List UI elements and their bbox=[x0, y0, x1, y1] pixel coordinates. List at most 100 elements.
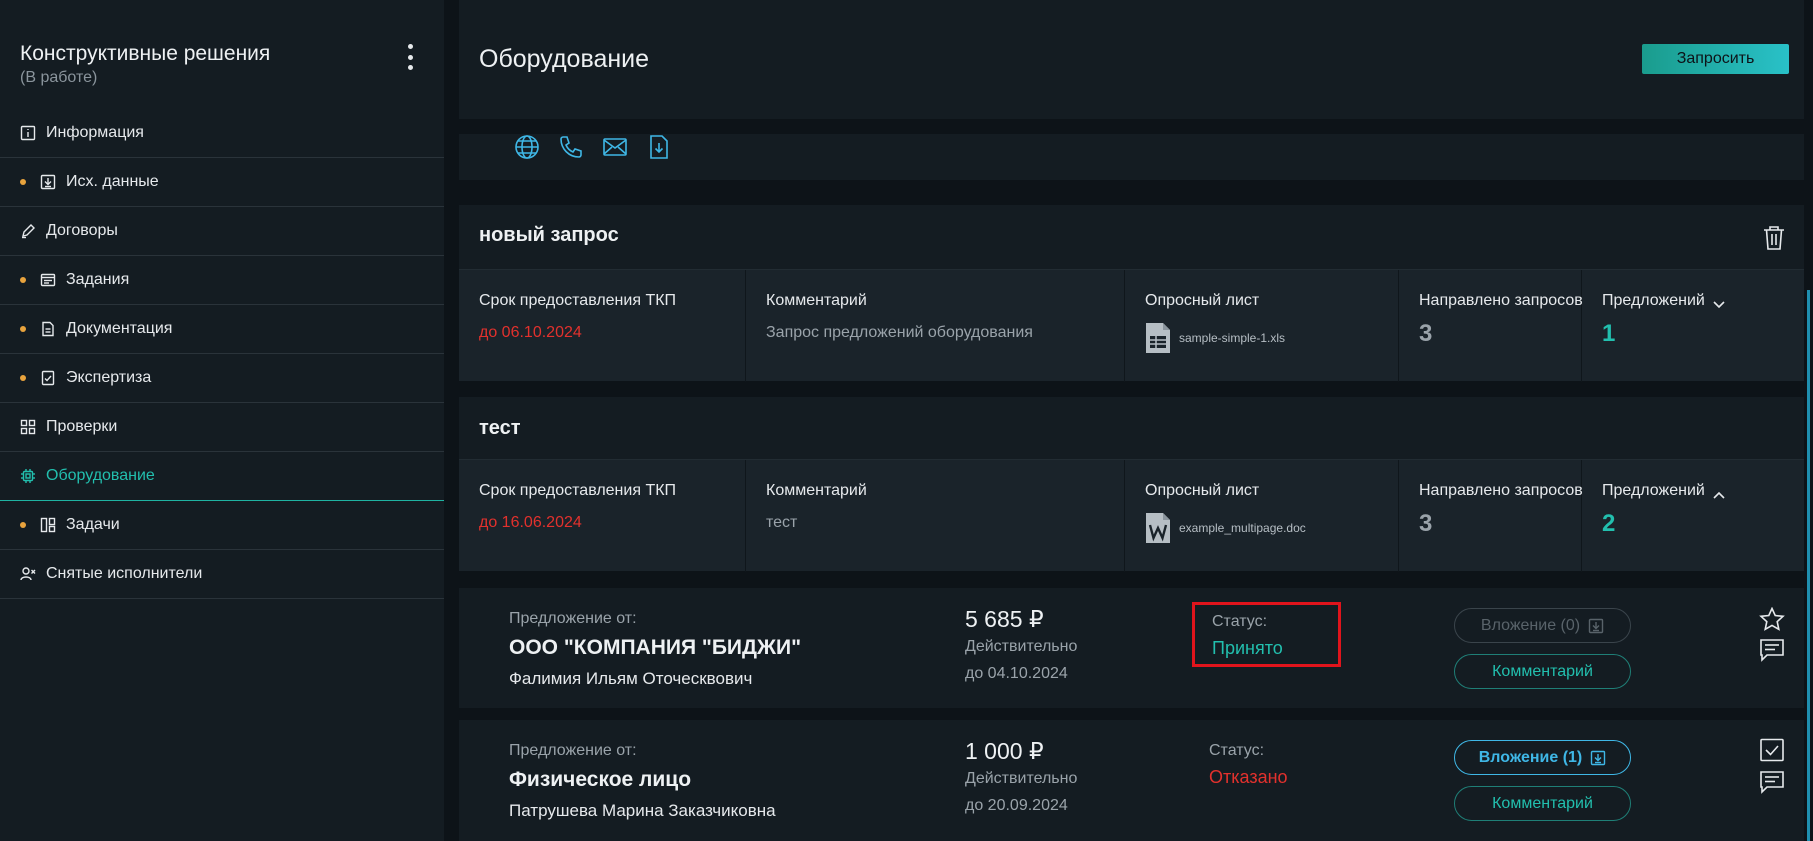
questionnaire-column: Опросный лист sample-simple-1.xls bbox=[1125, 270, 1399, 382]
sidebar-item-info[interactable]: Информация bbox=[0, 109, 444, 158]
status-dot bbox=[20, 277, 26, 283]
chat-icon[interactable] bbox=[1759, 638, 1785, 662]
attachment-button[interactable]: Вложение (0) bbox=[1454, 608, 1631, 643]
offers-toggle[interactable]: Предложений bbox=[1602, 292, 1725, 310]
attachment-button[interactable]: Вложение (1) bbox=[1454, 740, 1631, 775]
project-status: (В работе) bbox=[20, 69, 98, 86]
sent-column: Направлено запросов 3 bbox=[1399, 460, 1583, 572]
offer-valid-label: Действительно bbox=[965, 638, 1078, 655]
offer-card: Предложение от: Физическое лицо Патрушев… bbox=[459, 720, 1804, 841]
questionnaire-file-link[interactable]: sample-simple-1.xls bbox=[1145, 322, 1285, 354]
star-icon[interactable] bbox=[1759, 606, 1785, 631]
sidebar-item-label: Задания bbox=[66, 271, 130, 288]
status-label: Статус: bbox=[1209, 742, 1265, 759]
sidebar-item-expertise[interactable]: Экспертиза bbox=[0, 354, 444, 403]
status-badge: Принято bbox=[1212, 638, 1283, 658]
sidebar-item-source-data[interactable]: Исх. данные bbox=[0, 158, 444, 207]
download-box-icon bbox=[1590, 750, 1606, 766]
offer-card: Предложение от: ООО "КОМПАНИЯ "БИДЖИ" Фа… bbox=[459, 588, 1804, 708]
attachment-label: Вложение (0) bbox=[1480, 616, 1581, 634]
comment-button[interactable]: Комментарий bbox=[1454, 654, 1631, 689]
comment-value: тест bbox=[766, 514, 798, 531]
deadline-column: Срок предоставления ТКП до 16.06.2024 bbox=[459, 460, 746, 572]
mail-icon[interactable] bbox=[602, 134, 628, 160]
questionnaire-label: Опросный лист bbox=[1145, 482, 1260, 499]
request-card: новый запрос Срок предоставления ТКП до … bbox=[459, 205, 1804, 382]
sent-count: 3 bbox=[1419, 320, 1433, 347]
chevron-down-icon bbox=[1713, 296, 1725, 308]
sidebar-item-label: Оборудование bbox=[46, 467, 155, 484]
sidebar-item-label: Договоры bbox=[46, 222, 118, 239]
scrollbar[interactable] bbox=[1807, 290, 1810, 841]
sidebar-item-label: Снятые исполнители bbox=[46, 565, 203, 582]
status-dot bbox=[20, 326, 26, 332]
chevron-up-icon bbox=[1713, 486, 1725, 499]
offer-person: Фалимия Ильям Оточесквович bbox=[509, 669, 753, 688]
more-menu-icon[interactable] bbox=[403, 44, 417, 70]
status-dot bbox=[20, 375, 26, 381]
questionnaire-column: Опросный лист example_multipage.doc bbox=[1125, 460, 1399, 572]
attachment-label: Вложение (1) bbox=[1478, 748, 1583, 766]
pen-icon bbox=[20, 223, 36, 239]
deadline-value: до 06.10.2024 bbox=[479, 324, 582, 341]
offer-valid-label: Действительно bbox=[965, 770, 1078, 787]
file-name: sample-simple-1.xls bbox=[1179, 331, 1286, 345]
sidebar-item-label: Проверки bbox=[46, 418, 118, 435]
sidebar-item-contracts[interactable]: Договоры bbox=[0, 207, 444, 256]
deadline-label: Срок предоставления ТКП bbox=[479, 292, 677, 309]
status-label: Статус: bbox=[1212, 613, 1268, 630]
request-button[interactable]: Запросить bbox=[1642, 44, 1789, 74]
status-badge: Отказано bbox=[1209, 767, 1288, 787]
comment-label: Комментарий bbox=[766, 482, 867, 499]
offer-price: 5 685 ₽ bbox=[965, 606, 1044, 632]
info-icon bbox=[20, 125, 36, 141]
offers-count: 2 bbox=[1602, 510, 1616, 537]
offer-valid-until: до 20.09.2024 bbox=[965, 797, 1068, 814]
deadline-value: до 16.06.2024 bbox=[479, 514, 582, 531]
globe-icon[interactable] bbox=[514, 134, 540, 160]
sidebar-item-tasks-assignments[interactable]: Задания bbox=[0, 256, 444, 305]
comment-column: Комментарий Запрос предложений оборудова… bbox=[746, 270, 1125, 382]
sidebar-item-documentation[interactable]: Документация bbox=[0, 305, 444, 354]
sidebar-item-label: Исх. данные bbox=[66, 173, 159, 190]
download-box-icon bbox=[1588, 618, 1604, 634]
request-details-row: Срок предоставления ТКП до 06.10.2024 Ко… bbox=[459, 269, 1804, 382]
offers-toggle[interactable]: Предложений bbox=[1602, 482, 1725, 500]
offers-count: 1 bbox=[1602, 320, 1616, 347]
contact-icons-bar bbox=[459, 134, 1804, 180]
request-title: новый запрос bbox=[479, 224, 619, 246]
status-block: Статус: Отказано bbox=[1192, 734, 1341, 799]
comment-button[interactable]: Комментарий bbox=[1454, 786, 1631, 821]
download-box-icon bbox=[40, 174, 56, 190]
status-dot bbox=[20, 179, 26, 185]
offers-column[interactable]: Предложений 2 bbox=[1582, 460, 1804, 572]
window-icon bbox=[40, 272, 56, 288]
sidebar-item-tasks[interactable]: Задачи bbox=[0, 501, 444, 550]
offers-label: Предложений bbox=[1602, 292, 1705, 309]
checkbox-icon[interactable] bbox=[1759, 738, 1785, 762]
questionnaire-file-link[interactable]: example_multipage.doc bbox=[1145, 512, 1306, 544]
grid-check-icon bbox=[20, 419, 36, 435]
comment-label: Комментарий bbox=[766, 292, 867, 309]
trash-icon[interactable] bbox=[1762, 225, 1786, 251]
sidebar-item-checks[interactable]: Проверки bbox=[0, 403, 444, 452]
offer-price: 1 000 ₽ bbox=[965, 738, 1044, 764]
file-download-icon[interactable] bbox=[646, 134, 672, 160]
document-icon bbox=[40, 321, 56, 337]
chip-icon bbox=[20, 468, 36, 484]
offer-from-label: Предложение от: bbox=[509, 742, 637, 759]
sidebar-item-label: Экспертиза bbox=[66, 369, 152, 386]
request-card: тест Срок предоставления ТКП до 16.06.20… bbox=[459, 397, 1804, 572]
file-name: example_multipage.doc bbox=[1179, 521, 1306, 535]
kanban-icon bbox=[40, 517, 56, 533]
status-dot bbox=[20, 522, 26, 528]
comment-value: Запрос предложений оборудования bbox=[766, 324, 1033, 341]
sidebar-item-removed-executors[interactable]: Снятые исполнители bbox=[0, 550, 444, 599]
phone-icon[interactable] bbox=[558, 134, 584, 160]
sidebar: Конструктивные решения (В работе) Информ… bbox=[0, 0, 444, 841]
offer-valid-until: до 04.10.2024 bbox=[965, 665, 1068, 682]
chat-icon[interactable] bbox=[1759, 770, 1785, 794]
offer-from-label: Предложение от: bbox=[509, 610, 637, 627]
offers-column[interactable]: Предложений 1 bbox=[1582, 270, 1804, 382]
sidebar-item-equipment[interactable]: Оборудование bbox=[0, 452, 444, 501]
